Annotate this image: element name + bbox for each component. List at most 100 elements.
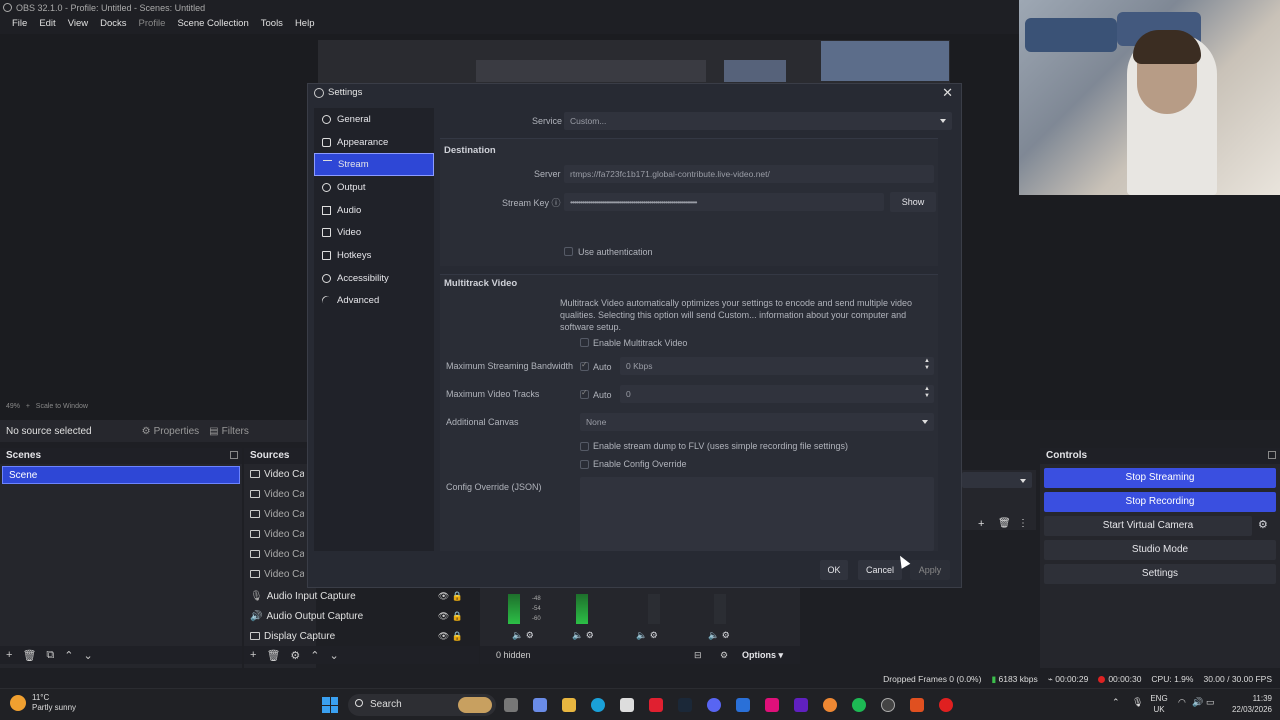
start-virtual-camera-button[interactable]: Start Virtual Camera [1044,516,1252,536]
language-indicator[interactable]: ENG UK [1146,693,1172,715]
edge-icon[interactable] [591,698,605,712]
task-view-icon[interactable] [504,698,518,712]
gear-icon[interactable]: ⚙ [1258,518,1268,531]
speaker-icon[interactable]: 🔈 ⚙ [708,630,730,641]
studio-mode-button[interactable]: Studio Mode [1044,540,1276,560]
menu-edit[interactable]: Edit [33,16,61,32]
max-bandwidth-input[interactable]: 0 Kbps ▲ ▼ [620,357,934,375]
eye-lock-icons[interactable]: 👁 🔒 [438,591,463,602]
show-key-button[interactable]: Show [890,192,936,212]
stream-dump-checkbox[interactable] [580,442,589,451]
scene-item[interactable]: Scene [2,466,240,484]
app-icon[interactable] [939,698,953,712]
stream-key-input[interactable]: ••••••••••••••••••••••••••••••••••••••••… [564,193,884,211]
help-icon[interactable]: ⓘ [552,198,561,208]
properties-button[interactable]: ⚙ Properties [142,426,200,437]
nav-output[interactable]: Output [314,176,434,199]
additional-canvas-select[interactable]: None [580,413,934,431]
tracks-auto-checkbox[interactable] [580,388,589,399]
taskbar-search[interactable]: Search [348,694,496,716]
add-icon[interactable]: + [978,518,984,530]
menu-file[interactable]: File [6,16,33,32]
menu-scene-collection[interactable]: Scene Collection [171,16,254,32]
menu-view[interactable]: View [62,16,94,32]
obs-icon[interactable] [881,698,895,712]
source-item[interactable]: Video Capture Device [244,564,316,584]
app-icon[interactable] [794,698,808,712]
source-item[interactable]: Video Capture Device [244,504,316,524]
stop-streaming-button[interactable]: Stop Streaming [1044,468,1276,488]
nav-accessibility[interactable]: Accessibility [314,267,434,290]
layout-icon[interactable]: ⊟ [694,646,702,664]
stop-recording-button[interactable]: Stop Recording [1044,492,1276,512]
menu-tools[interactable]: Tools [255,16,289,32]
ok-button[interactable]: OK [820,560,848,580]
chrome-icon[interactable] [823,698,837,712]
filter-icon[interactable]: ⧉ [46,649,54,662]
service-select[interactable]: Custom... [564,112,952,130]
discord-icon[interactable] [707,698,721,712]
trash-icon[interactable]: 🗑 [998,518,1011,529]
app-icon[interactable] [765,698,779,712]
zoom-level[interactable]: 49% [6,403,20,410]
bandwidth-auto-checkbox[interactable] [580,360,589,371]
gear-icon[interactable]: ⚙ [290,649,300,662]
menu-profile[interactable]: Profile [133,16,172,32]
source-item[interactable]: Video Capture Device [244,464,316,484]
spotify-icon[interactable] [852,698,866,712]
spinner-icon[interactable]: ▲ ▼ [924,358,930,372]
nav-appearance[interactable]: Appearance [314,131,434,154]
mixer-menu-icon[interactable]: ⚙ [720,646,728,664]
undock-icon[interactable] [1268,451,1276,459]
config-json-textarea[interactable] [580,477,934,551]
nav-hotkeys[interactable]: Hotkeys [314,244,434,267]
nav-general[interactable]: General [314,108,434,131]
config-override-checkbox[interactable] [580,460,589,469]
undock-icon[interactable] [230,451,238,459]
source-item[interactable]: Display Capture 👁 🔒 [244,626,479,646]
apply-button[interactable]: Apply [910,560,950,580]
scale-mode[interactable]: Scale to Window [36,403,88,410]
youtube-icon[interactable] [649,698,663,712]
server-input[interactable]: rtmps://fa723fc1b171.global-contribute.l… [564,165,934,183]
transition-select[interactable] [962,472,1032,488]
speaker-icon[interactable]: 🔈 ⚙ [636,630,658,641]
clock[interactable]: 11:39 22/03/2026 [1228,693,1272,715]
enable-multitrack-checkbox[interactable] [580,338,589,347]
eye-lock-icons[interactable]: 👁 🔒 [438,631,463,642]
windows-start-icon[interactable] [322,697,338,713]
up-icon[interactable]: ⌃ [310,649,319,662]
steam-icon[interactable] [678,698,692,712]
spinner-icon[interactable]: ▲ ▼ [924,386,930,400]
file-explorer-icon[interactable] [562,698,576,712]
chevron-up-icon[interactable]: ⌃ [1112,697,1120,708]
copilot-icon[interactable] [533,698,547,712]
store-icon[interactable] [620,698,634,712]
max-tracks-input[interactable]: 0 ▲ ▼ [620,385,934,403]
nav-video[interactable]: Video [314,221,434,244]
down-icon[interactable]: ⌄ [330,649,339,662]
nav-stream[interactable]: Stream [314,153,434,177]
close-icon[interactable]: ✕ [942,84,953,102]
app-icon[interactable] [910,698,924,712]
speaker-icon[interactable]: 🔈 ⚙ [512,630,534,641]
menu-help[interactable]: Help [289,16,321,32]
up-icon[interactable]: ⌃ [64,649,73,662]
down-icon[interactable]: ⌄ [83,649,92,662]
eye-lock-icons[interactable]: 👁 🔒 [438,611,463,622]
use-auth-checkbox[interactable] [564,247,573,256]
source-item[interactable]: Video Capture Device [244,524,316,544]
source-item[interactable]: Video Capture Device [244,544,316,564]
battery-icon[interactable]: ▭ [1206,697,1215,708]
source-item[interactable]: 🎙 Audio Input Capture 👁 🔒 [244,586,479,606]
nav-audio[interactable]: Audio [314,199,434,222]
menu-docks[interactable]: Docks [94,16,132,32]
options-button[interactable]: Options ▾ [742,646,783,664]
speaker-icon[interactable]: 🔈 ⚙ [572,630,594,641]
settings-button[interactable]: Settings [1044,564,1276,584]
cancel-button[interactable]: Cancel [858,560,902,580]
nav-advanced[interactable]: Advanced [314,290,434,313]
app-icon[interactable] [736,698,750,712]
kebab-menu-icon[interactable]: ⋮ [1018,518,1028,529]
microphone-icon[interactable]: 🎙 [1132,697,1143,708]
